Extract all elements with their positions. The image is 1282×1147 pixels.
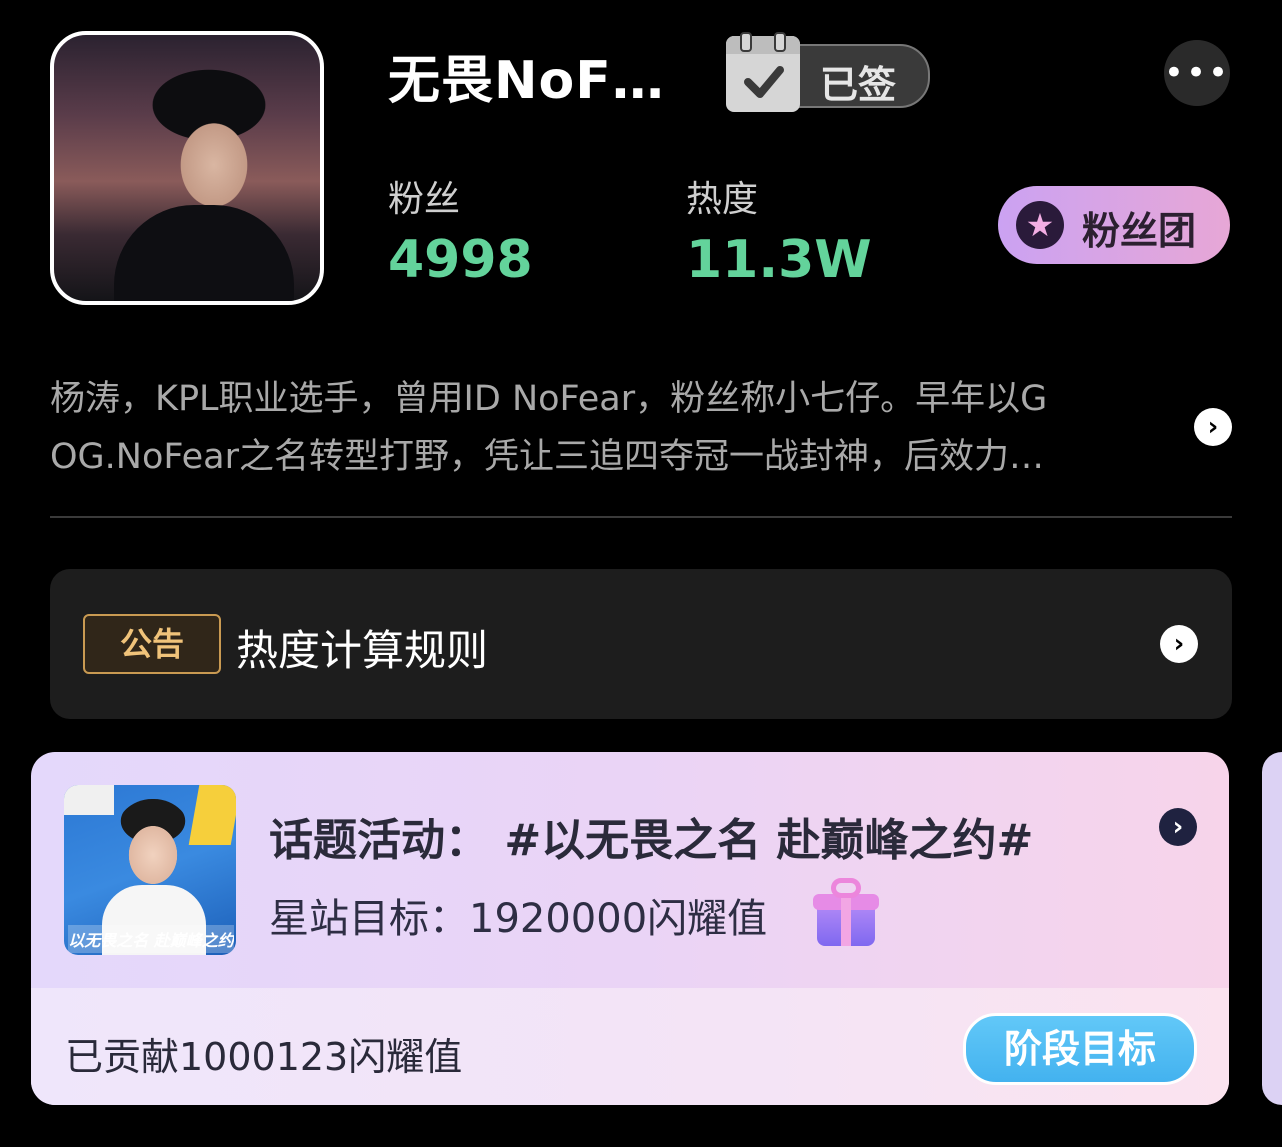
signed-label: 已签	[820, 63, 897, 107]
next-card-peek[interactable]	[1262, 752, 1282, 1105]
thumbnail-caption: 以无畏之名 赴巅峰之约	[68, 925, 234, 953]
fan-club-label: 粉丝团	[1082, 209, 1197, 253]
bio-expand-chevron-icon[interactable]: ›	[1194, 408, 1232, 446]
fan-club-button[interactable]: ★ 粉丝团	[998, 186, 1230, 264]
heat-label: 热度	[686, 179, 759, 220]
contribution-text: 已贡献1000123闪耀值	[65, 1035, 463, 1079]
gift-icon	[813, 878, 879, 948]
thumbnail-face	[114, 799, 192, 895]
bio-line: 杨涛，KPL职业选手，曾用ID NoFear，粉丝称小七仔。早年以G	[50, 379, 1048, 419]
bio[interactable]: 杨涛，KPL职业选手，曾用ID NoFear，粉丝称小七仔。早年以G OG.No…	[50, 370, 1160, 486]
notice-title: 热度计算规则	[236, 626, 489, 675]
stage-goal-button[interactable]: 阶段目标	[963, 1013, 1197, 1085]
notice-chevron-icon: ›	[1160, 625, 1198, 663]
activity-thumbnail[interactable]: 以无畏之名 赴巅峰之约	[64, 785, 236, 955]
activity-goal: 星站目标：1920000闪耀值	[269, 896, 768, 942]
star-icon: ★	[1016, 201, 1064, 249]
bio-line: OG.NoFear之名转型打野，凭让三追四夺冠一战封神，后效力…	[50, 437, 1044, 477]
profile-name: 无畏NoF…	[388, 51, 665, 111]
fans-count: 4998	[388, 230, 533, 290]
activity-card[interactable]: 以无畏之名 赴巅峰之约 话题活动： #以无畏之名 赴巅峰之约# › 星站目标：1…	[31, 752, 1229, 1105]
activity-topic[interactable]: 话题活动： #以无畏之名 赴巅峰之约#	[269, 804, 1033, 868]
calendar-check-icon	[726, 32, 800, 112]
avatar[interactable]	[50, 31, 324, 305]
divider	[50, 516, 1232, 518]
notice-tag: 公告	[83, 614, 221, 674]
more-button[interactable]: •••	[1164, 40, 1230, 106]
heat-count: 11.3W	[686, 230, 872, 290]
more-dots-icon: •••	[1163, 53, 1231, 93]
fans-label: 粉丝	[388, 179, 461, 220]
avatar-figure	[114, 205, 294, 301]
notice-banner[interactable]: 公告 热度计算规则 ›	[50, 569, 1232, 719]
topic-chevron-icon[interactable]: ›	[1159, 808, 1197, 846]
signed-badge[interactable]: 已签	[726, 32, 930, 112]
